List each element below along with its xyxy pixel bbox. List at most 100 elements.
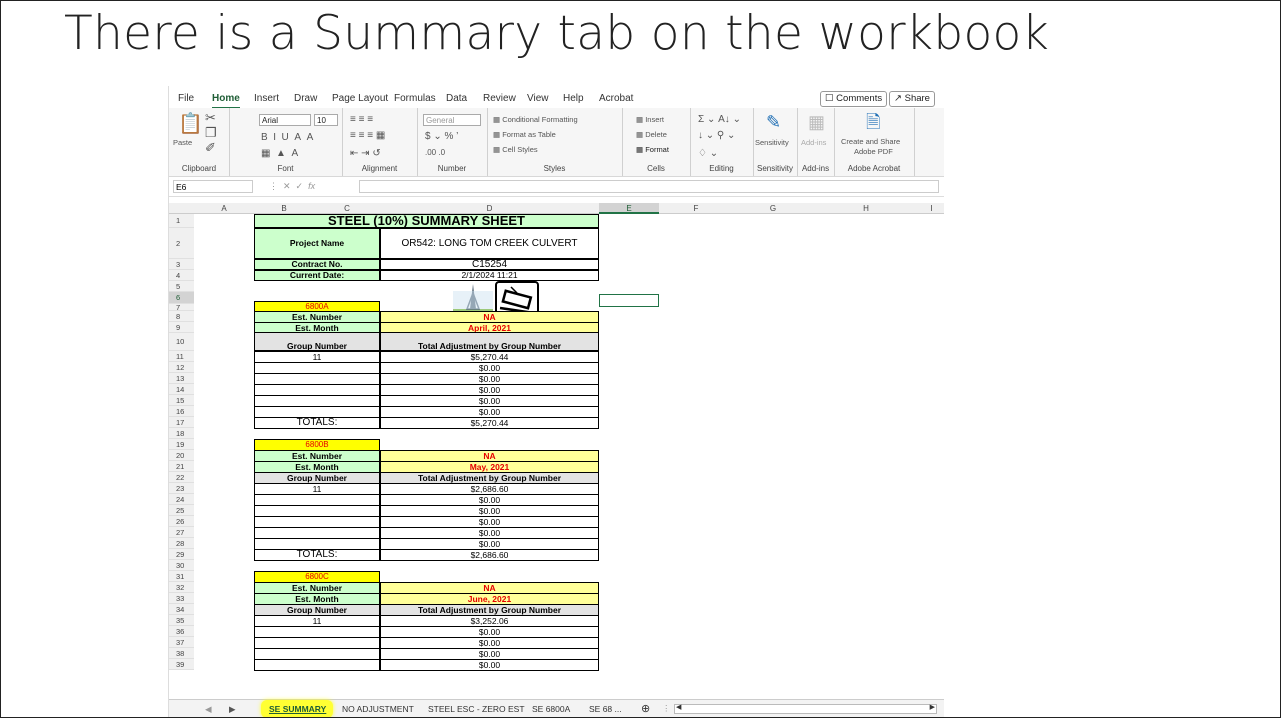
- row-header-38[interactable]: 38: [169, 648, 194, 659]
- row-header-9[interactable]: 9: [169, 322, 194, 333]
- group-number-label-0[interactable]: Group Number: [254, 332, 380, 351]
- summary-title[interactable]: STEEL (10%) SUMMARY SHEET: [254, 214, 599, 228]
- borders-fill-color-buttons[interactable]: ▦ ▲ A: [261, 148, 298, 159]
- row-header-13[interactable]: 13: [169, 373, 194, 384]
- addins-button-label[interactable]: Add-ins: [801, 138, 826, 147]
- current-date-value[interactable]: 2/1/2024 11:21: [380, 270, 599, 281]
- tab-insert[interactable]: Insert: [254, 93, 279, 104]
- row-header-14[interactable]: 14: [169, 384, 194, 395]
- create-share-pdf-line1[interactable]: Create and Share: [841, 137, 900, 146]
- row-header-7[interactable]: 7: [169, 304, 194, 311]
- totals-label-1[interactable]: TOTALS:: [254, 549, 380, 561]
- tab-review[interactable]: Review: [483, 93, 516, 104]
- format-as-table-button[interactable]: ▦ Format as Table: [493, 130, 556, 139]
- format-painter-icon[interactable]: ✐: [205, 141, 216, 154]
- row-header-17[interactable]: 17: [169, 417, 194, 428]
- row-header-36[interactable]: 36: [169, 626, 194, 637]
- row-header-18[interactable]: 18: [169, 428, 194, 439]
- justify-buttons[interactable]: ≡ ≡ ≡ ▦: [350, 130, 385, 141]
- sheet-tab-se-summary[interactable]: SE SUMMARY: [269, 704, 326, 714]
- row-header-21[interactable]: 21: [169, 461, 194, 472]
- row-header-29[interactable]: 29: [169, 549, 194, 560]
- adjustment-value-2-4[interactable]: $0.00: [380, 659, 599, 671]
- row-header-25[interactable]: 25: [169, 505, 194, 516]
- row-header-2[interactable]: 2: [169, 228, 194, 259]
- tab-view[interactable]: View: [527, 93, 549, 104]
- addins-icon[interactable]: ▦: [808, 113, 825, 131]
- clear-button[interactable]: ♢ ⌄: [698, 148, 718, 159]
- row-header-35[interactable]: 35: [169, 615, 194, 626]
- row-header-5[interactable]: 5: [169, 281, 194, 292]
- tab-draw[interactable]: Draw: [294, 93, 317, 104]
- row-header-15[interactable]: 15: [169, 395, 194, 406]
- row-header-26[interactable]: 26: [169, 516, 194, 527]
- bold-italic-underline-buttons[interactable]: B I U A A: [261, 132, 313, 143]
- share-button[interactable]: ↗ Share: [889, 91, 935, 107]
- row-header-16[interactable]: 16: [169, 406, 194, 417]
- contract-no-value[interactable]: C15254: [380, 259, 599, 270]
- row-header-12[interactable]: 12: [169, 362, 194, 373]
- prev-sheet-arrow-icon[interactable]: ◀: [205, 704, 212, 715]
- tab-data[interactable]: Data: [446, 93, 467, 104]
- autosum-sort-buttons[interactable]: Σ ⌄ A↓ ⌄: [698, 114, 741, 125]
- cut-icon[interactable]: ✂: [205, 111, 216, 124]
- totals-value-0[interactable]: $5,270.44: [380, 417, 599, 429]
- totals-label-0[interactable]: TOTALS:: [254, 417, 380, 429]
- row-header-11[interactable]: 11: [169, 351, 194, 362]
- column-header-e[interactable]: E: [599, 203, 659, 214]
- formula-input[interactable]: [359, 180, 939, 193]
- format-cells-button[interactable]: ▦ Format: [636, 145, 669, 154]
- horizontal-scrollbar[interactable]: ◀ ▶: [674, 704, 937, 714]
- tab-acrobat[interactable]: Acrobat: [599, 93, 633, 104]
- sheet-tab-steel-esc-zero-est[interactable]: STEEL ESC - ZERO EST: [428, 704, 525, 714]
- select-all-corner[interactable]: [169, 203, 194, 214]
- fill-find-buttons[interactable]: ↓ ⌄ ⚲ ⌄: [698, 130, 735, 141]
- decimal-buttons[interactable]: .00 .0: [425, 148, 445, 157]
- sensitivity-button-label[interactable]: Sensitivity: [755, 138, 789, 147]
- number-format-select[interactable]: General: [423, 114, 481, 126]
- copy-icon[interactable]: ❐: [205, 126, 217, 139]
- row-header-37[interactable]: 37: [169, 637, 194, 648]
- conditional-formatting-button[interactable]: ▦ Conditional Formatting: [493, 115, 578, 124]
- selected-cell-e6[interactable]: [599, 294, 659, 307]
- insert-cells-button[interactable]: ▦ Insert: [636, 115, 664, 124]
- row-header-23[interactable]: 23: [169, 483, 194, 494]
- align-buttons[interactable]: ≡ ≡ ≡: [350, 114, 373, 125]
- tab-help[interactable]: Help: [563, 93, 584, 104]
- font-size-select[interactable]: 10: [314, 114, 338, 126]
- column-header-i[interactable]: I: [919, 203, 944, 214]
- scroll-right-icon[interactable]: ▶: [930, 703, 935, 711]
- row-header-24[interactable]: 24: [169, 494, 194, 505]
- column-header-f[interactable]: F: [659, 203, 733, 214]
- column-header-c[interactable]: C: [314, 203, 380, 214]
- total-adj-label-0[interactable]: Total Adjustment by Group Number: [380, 332, 599, 351]
- row-header-27[interactable]: 27: [169, 527, 194, 538]
- totals-value-1[interactable]: $2,686.60: [380, 549, 599, 561]
- comments-button[interactable]: ☐ Comments: [820, 91, 888, 107]
- row-header-32[interactable]: 32: [169, 582, 194, 593]
- row-header-28[interactable]: 28: [169, 538, 194, 549]
- row-header-10[interactable]: 10: [169, 333, 194, 351]
- paste-label[interactable]: Paste: [173, 138, 192, 147]
- name-box[interactable]: E6: [173, 180, 253, 193]
- row-header-31[interactable]: 31: [169, 571, 194, 582]
- currency-percent-buttons[interactable]: $ ⌄ % ’: [425, 131, 458, 142]
- indent-buttons[interactable]: ⇤ ⇥ ↺: [350, 148, 381, 159]
- sheet-tab-se-68-more[interactable]: SE 68 ...: [589, 704, 622, 714]
- sheet-tab-no-adjustment[interactable]: NO ADJUSTMENT: [342, 704, 414, 714]
- tab-page-layout[interactable]: Page Layout: [332, 93, 388, 104]
- row-header-6[interactable]: 6: [169, 292, 194, 304]
- pdf-icon[interactable]: 🗎: [866, 113, 880, 131]
- tab-file[interactable]: File: [178, 93, 194, 104]
- row-header-30[interactable]: 30: [169, 560, 194, 571]
- next-sheet-arrow-icon[interactable]: ▶: [229, 704, 236, 715]
- column-header-d[interactable]: D: [380, 203, 599, 214]
- project-name-label[interactable]: Project Name: [254, 228, 380, 259]
- column-header-h[interactable]: H: [813, 203, 919, 214]
- column-header-g[interactable]: G: [733, 203, 813, 214]
- row-header-4[interactable]: 4: [169, 270, 194, 281]
- row-header-19[interactable]: 19: [169, 439, 194, 450]
- create-share-pdf-line2[interactable]: Adobe PDF: [854, 147, 893, 156]
- row-header-39[interactable]: 39: [169, 659, 194, 670]
- row-header-3[interactable]: 3: [169, 259, 194, 270]
